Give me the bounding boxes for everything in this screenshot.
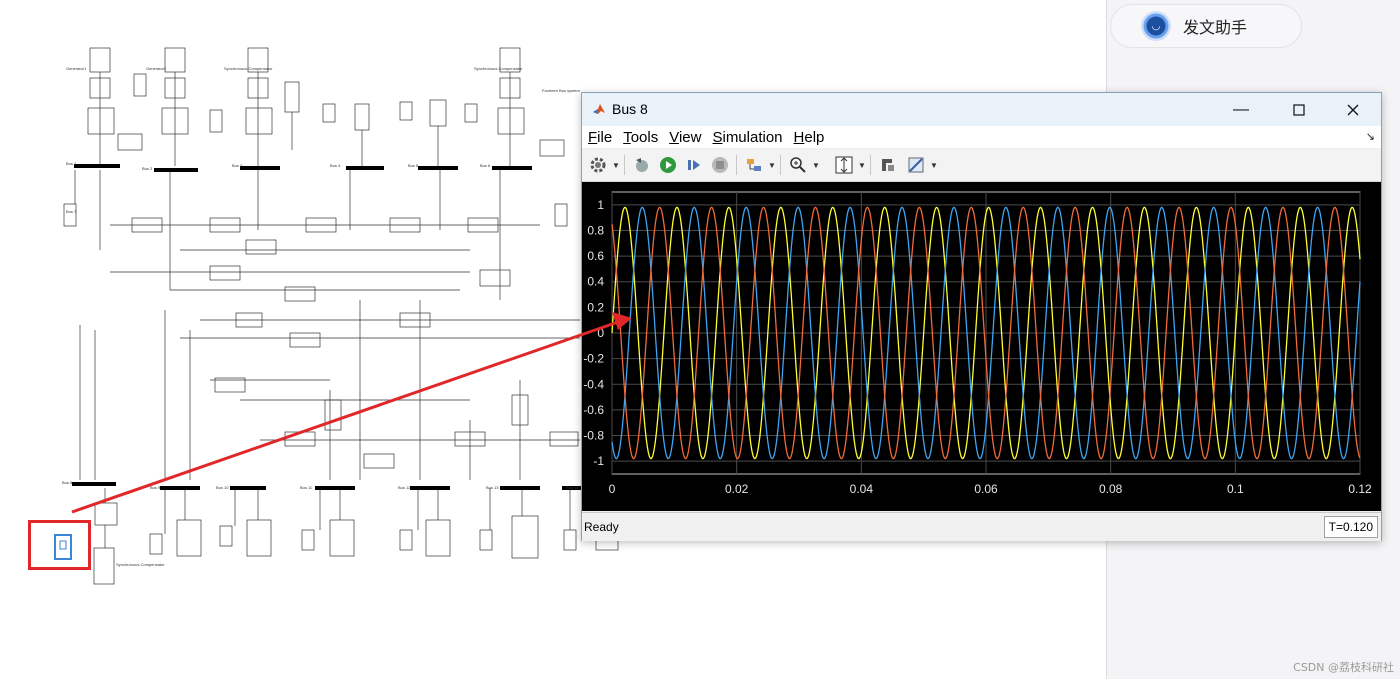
bus-label: Bus 11: [300, 485, 313, 490]
bus-label: Bus 3: [232, 163, 243, 168]
y-tick-label: -0.6: [583, 403, 604, 417]
watermark: CSDN @荔枝科研社: [1293, 661, 1394, 674]
zoom-dropdown-icon[interactable]: ▼: [812, 161, 820, 170]
bus-label: Bus 14: [566, 485, 579, 490]
y-tick-label: -0.8: [583, 429, 604, 443]
stop-icon[interactable]: [710, 155, 730, 175]
y-tick-label: 0.8: [587, 223, 604, 237]
simulation-time: T=0.120: [1323, 516, 1378, 538]
menu-help[interactable]: Help: [788, 129, 830, 146]
fit-axes-icon[interactable]: [834, 155, 854, 175]
scope-plot-area[interactable]: 1 0.8 0.6 0.4 0.2 0 -0.2 -0.4 -0.6 -0.8 -1 0 0.02 0.0…: [582, 182, 1381, 511]
bus-label: Bus 9: [150, 485, 161, 490]
status-text: Ready: [584, 520, 619, 534]
undock-icon[interactable]: ↘: [1366, 130, 1375, 143]
menu-file[interactable]: File: [582, 129, 617, 146]
model-label: Generator1: [66, 66, 87, 71]
maximize-icon: [1293, 103, 1305, 116]
bus-label: Bus 2: [142, 166, 153, 171]
close-icon: [1347, 104, 1359, 115]
x-tick-label: 0: [609, 482, 616, 496]
model-label: Synchronous Compensator: [116, 562, 165, 567]
assistant-button[interactable]: ◡ 发文助手: [1110, 4, 1302, 48]
x-tick-label: 0.1: [1227, 482, 1244, 496]
step-forward-icon[interactable]: [684, 155, 704, 175]
step-back-icon[interactable]: [632, 155, 652, 175]
bus-label: Bus 7: [66, 209, 77, 214]
model-label: Generator2: [146, 66, 167, 71]
x-tick-label: 0.08: [1099, 482, 1123, 496]
y-tick-label: 1: [597, 198, 604, 212]
zoom-in-icon[interactable]: [788, 155, 808, 175]
x-tick-label: 0.02: [725, 482, 749, 496]
style-icon[interactable]: [878, 155, 898, 175]
model-label: Synchronous Compensator: [224, 66, 273, 71]
fit-dropdown-icon[interactable]: ▼: [858, 161, 866, 170]
scope-chart: 1 0.8 0.6 0.4 0.2 0 -0.2 -0.4 -0.6 -0.8 -1 0 0.02 0.0…: [583, 191, 1372, 496]
bus-label: Bus 4: [330, 163, 341, 168]
menu-simulation[interactable]: Simulation: [706, 129, 787, 146]
maximize-button[interactable]: [1272, 93, 1326, 126]
y-tick-label: 0: [597, 326, 604, 340]
window-title: Bus 8: [612, 101, 648, 117]
bus-label: Bus 8: [62, 480, 73, 485]
run-icon[interactable]: [658, 155, 678, 175]
close-button[interactable]: [1326, 93, 1380, 126]
scope-titlebar[interactable]: Bus 8 —: [582, 93, 1381, 126]
assistant-logo-icon: ◡: [1141, 11, 1171, 41]
toolbar-separator: [780, 155, 781, 175]
toolbar-separator: [870, 155, 871, 175]
bus-label: Bus 13: [486, 485, 499, 490]
bus-label: Bus 5: [408, 163, 419, 168]
y-tick-label: 0.4: [587, 275, 604, 289]
menu-bar: File Tools View Simulation Help ↘: [582, 126, 1381, 148]
x-tick-label: 0.04: [850, 482, 874, 496]
highlight-box: [28, 520, 91, 570]
toolbar: ▼ ▼ ▼ ▼ ▼: [582, 150, 1381, 182]
measurement-dropdown-icon[interactable]: ▼: [930, 161, 938, 170]
toolbar-separator: [736, 155, 737, 175]
highlight-dropdown-icon[interactable]: ▼: [768, 161, 776, 170]
toolbar-separator: [624, 155, 625, 175]
bus-label: Bus 1: [66, 161, 77, 166]
menu-tools[interactable]: Tools: [617, 129, 663, 146]
assistant-label: 发文助手: [1183, 18, 1248, 37]
model-label: Synchronous Compensator: [474, 66, 523, 71]
y-tick-label: 0.2: [587, 300, 604, 314]
y-tick-label: 0.6: [587, 249, 604, 263]
status-bar: Ready T=0.120: [582, 512, 1381, 541]
model-label: Fourteen Bus system: [542, 88, 580, 93]
highlight-icon[interactable]: [744, 155, 764, 175]
y-tick-label: -0.2: [583, 352, 604, 366]
bus-label: Bus 10: [216, 485, 229, 490]
settings-icon[interactable]: [588, 155, 608, 175]
menu-view[interactable]: View: [663, 129, 706, 146]
bus-label: Bus 6: [480, 163, 491, 168]
bus-label: Bus 12: [398, 485, 411, 490]
x-tick-label: 0.06: [974, 482, 998, 496]
y-tick-label: -0.4: [583, 377, 604, 391]
minimize-button[interactable]: —: [1214, 93, 1268, 126]
scope-window[interactable]: Bus 8 — File Tools View Simulation Help …: [581, 92, 1382, 541]
settings-dropdown-icon[interactable]: ▼: [612, 161, 620, 170]
measurement-icon[interactable]: [906, 155, 926, 175]
y-tick-label: -1: [593, 454, 604, 468]
x-tick-label: 0.12: [1348, 482, 1372, 496]
matlab-logo-icon: [593, 104, 605, 114]
